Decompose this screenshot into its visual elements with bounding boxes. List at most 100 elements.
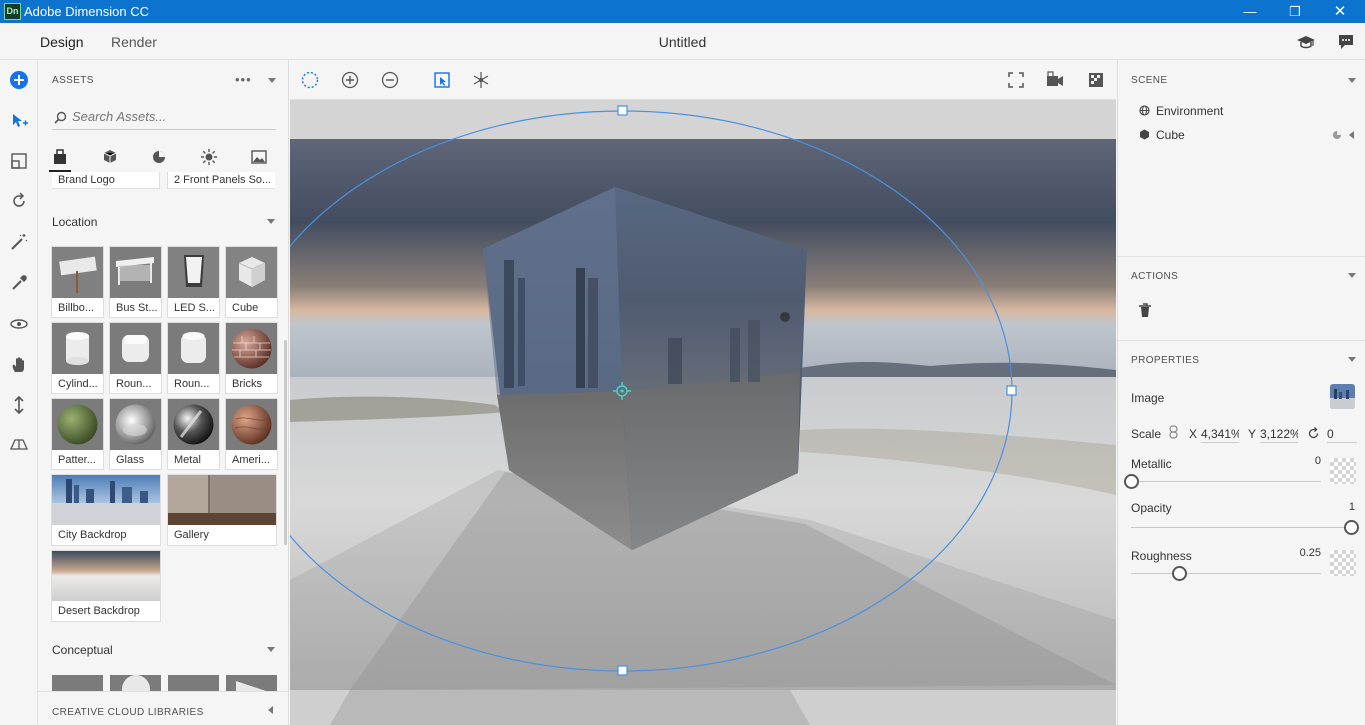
- asset-city-backdrop[interactable]: City Backdrop: [52, 475, 160, 545]
- camera-bookmark-icon[interactable]: [1045, 70, 1065, 90]
- asset-led-sign[interactable]: LED S...: [168, 247, 219, 317]
- roughness-texture-swatch[interactable]: [1330, 550, 1356, 576]
- transform-handle-right[interactable]: [1006, 385, 1017, 396]
- asset-label: Bus St...: [116, 302, 158, 314]
- asset-label: Ameri...: [232, 454, 270, 466]
- asset-glass[interactable]: Glass: [110, 399, 161, 469]
- asset-tile[interactable]: Brand Logo: [52, 172, 159, 188]
- asset-thumb: [110, 323, 161, 374]
- asset-cube[interactable]: Cube: [226, 247, 277, 317]
- models-icon[interactable]: [100, 147, 120, 167]
- transform-handle-top[interactable]: [617, 105, 628, 116]
- asset-pattern[interactable]: Patter...: [52, 399, 103, 469]
- section-collapse-icon[interactable]: [267, 219, 275, 224]
- rotation-input[interactable]: 0: [1327, 421, 1357, 443]
- asset-tile[interactable]: 2 Front Panels So...: [168, 172, 275, 188]
- scale-y-input[interactable]: 3,122%: [1260, 421, 1298, 443]
- properties-collapse-icon[interactable]: [1348, 357, 1356, 362]
- asset-metal[interactable]: Metal: [168, 399, 219, 469]
- lights-icon[interactable]: [199, 147, 219, 167]
- horizon-icon[interactable]: [9, 434, 29, 454]
- asset-thumb: [52, 399, 103, 450]
- asset-tile[interactable]: [52, 675, 103, 691]
- trash-icon[interactable]: [1138, 303, 1152, 318]
- expand-item-icon[interactable]: [1349, 131, 1354, 139]
- roughness-slider-knob[interactable]: [1171, 566, 1187, 581]
- frame-all-icon[interactable]: [1006, 70, 1026, 90]
- assets-collapse-icon[interactable]: [268, 78, 276, 83]
- scale-label: Scale: [1131, 427, 1162, 441]
- scene-item-cube[interactable]: Cube: [1156, 128, 1185, 142]
- libraries-header: CREATIVE CLOUD LIBRARIES: [52, 707, 204, 718]
- scene-item-environment[interactable]: Environment: [1156, 104, 1223, 118]
- asset-label: Cylind...: [58, 378, 98, 390]
- asset-desert-backdrop[interactable]: Desert Backdrop: [52, 551, 160, 621]
- asset-bus-stop[interactable]: Bus St...: [110, 247, 161, 317]
- opacity-slider-knob[interactable]: [1344, 520, 1359, 535]
- libraries-expand-icon[interactable]: [268, 706, 273, 714]
- asset-thumb: [52, 323, 103, 374]
- selection-lasso-icon[interactable]: [300, 70, 320, 90]
- glass-sphere-icon: [115, 404, 156, 445]
- metallic-slider-knob[interactable]: [1124, 474, 1139, 489]
- section-location-title[interactable]: Location: [52, 215, 97, 229]
- image-thumbnail[interactable]: [1330, 384, 1355, 409]
- asset-thumb: [226, 247, 277, 298]
- images-icon[interactable]: [249, 147, 269, 167]
- select-move-icon[interactable]: [9, 111, 29, 131]
- asset-gallery[interactable]: Gallery: [168, 475, 276, 545]
- render-preview-icon[interactable]: [1086, 70, 1106, 90]
- actions-collapse-icon[interactable]: [1348, 273, 1356, 278]
- close-button[interactable]: ✕: [1317, 1, 1363, 22]
- libraries-bar[interactable]: CREATIVE CLOUD LIBRARIES: [38, 691, 288, 725]
- sphere-shape: [122, 675, 150, 691]
- asset-tile[interactable]: [226, 675, 277, 691]
- materials-icon[interactable]: [149, 147, 169, 167]
- dolly-icon[interactable]: [9, 395, 29, 415]
- asset-billboard[interactable]: Billbo...: [52, 247, 103, 317]
- section-collapse-icon[interactable]: [267, 647, 275, 652]
- feedback-icon[interactable]: [1336, 32, 1356, 52]
- subtract-selection-icon[interactable]: [380, 70, 400, 90]
- add-selection-icon[interactable]: [340, 70, 360, 90]
- asset-american-walnut[interactable]: Ameri...: [226, 399, 277, 469]
- snap-icon[interactable]: [471, 70, 491, 90]
- asset-rounded-cylinder[interactable]: Roun...: [168, 323, 219, 393]
- search-input[interactable]: [72, 109, 272, 124]
- asset-rounded-cube[interactable]: Roun...: [110, 323, 161, 393]
- asset-bricks[interactable]: Bricks: [226, 323, 277, 393]
- scene-canvas[interactable]: [290, 100, 1116, 725]
- link-icon[interactable]: [1169, 425, 1178, 439]
- select-object-icon[interactable]: [432, 70, 452, 90]
- all-assets-icon[interactable]: [50, 147, 70, 167]
- rotate-icon[interactable]: [9, 191, 29, 211]
- roughness-label: Roughness: [1131, 549, 1192, 563]
- pattern-sphere-icon: [57, 404, 98, 445]
- scale-icon[interactable]: [9, 151, 29, 171]
- pan-hand-icon[interactable]: [9, 355, 29, 375]
- orbit-icon[interactable]: [9, 314, 29, 334]
- section-conceptual-title[interactable]: Conceptual: [52, 643, 113, 657]
- add-icon[interactable]: [9, 70, 29, 90]
- scene-collapse-icon[interactable]: [1348, 78, 1356, 83]
- scale-x-input[interactable]: 4,341%: [1201, 421, 1239, 443]
- metallic-texture-swatch[interactable]: [1330, 458, 1356, 484]
- minimize-button[interactable]: —: [1227, 1, 1273, 22]
- opacity-slider[interactable]: [1131, 520, 1359, 535]
- metallic-slider[interactable]: [1124, 474, 1321, 489]
- learn-icon[interactable]: [1296, 32, 1316, 52]
- asset-tile[interactable]: [110, 675, 161, 691]
- eyedropper-icon[interactable]: [9, 273, 29, 293]
- scale-y-label: Y: [1248, 427, 1257, 441]
- roughness-slider[interactable]: [1131, 566, 1321, 581]
- transform-handle-bottom[interactable]: [617, 665, 628, 676]
- asset-tile[interactable]: [168, 675, 219, 691]
- tab-render[interactable]: Render: [111, 34, 157, 50]
- restore-button[interactable]: ❐: [1272, 1, 1318, 22]
- viewport[interactable]: [290, 60, 1116, 725]
- asset-cylinder[interactable]: Cylind...: [52, 323, 103, 393]
- magic-wand-icon[interactable]: [9, 232, 29, 252]
- tab-design[interactable]: Design: [39, 34, 85, 63]
- more-options-icon[interactable]: •••: [235, 72, 252, 87]
- assets-scrollbar[interactable]: [284, 340, 287, 545]
